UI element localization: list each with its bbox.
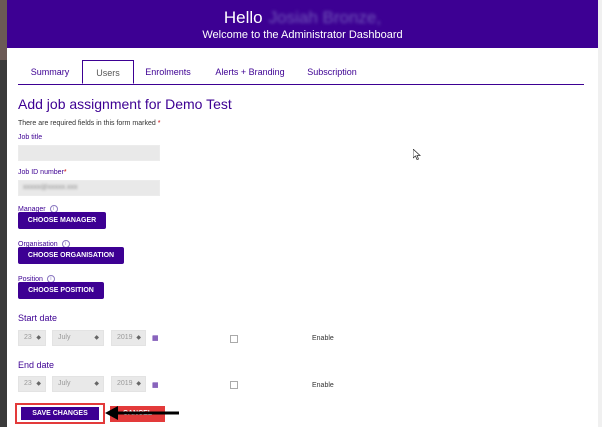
choose-position-button[interactable]: CHOOSE POSITION (18, 282, 104, 299)
caret-icon: ◆ (94, 381, 99, 387)
job-id-label: Job ID number* (18, 169, 67, 176)
start-day-value: 23 (24, 334, 32, 341)
end-year-select[interactable]: 2019 ◆ (111, 376, 146, 392)
job-id-input[interactable]: xxxxx@xxxxx.xxx (18, 180, 160, 196)
greeting-hello: Hello (223, 8, 263, 27)
tab-enrolments[interactable]: Enrolments (134, 60, 202, 84)
tab-users[interactable]: Users (82, 60, 134, 84)
required-star: * (157, 120, 161, 127)
welcome-text: Welcome to the Administrator Dashboard (202, 29, 403, 41)
scrollbar-track[interactable] (598, 0, 602, 427)
required-note: There are required fields in this form m… (18, 120, 160, 127)
tab-subscription[interactable]: Subscription (298, 60, 366, 84)
background-desktop-strip (0, 0, 7, 427)
dashboard-header: Hello Josiah Bronze, Welcome to the Admin… (7, 0, 598, 48)
end-month-select[interactable]: July ◆ (52, 376, 104, 392)
job-id-required-star: * (63, 169, 67, 176)
end-enable-checkbox[interactable] (230, 381, 238, 389)
choose-manager-button[interactable]: CHOOSE MANAGER (18, 212, 106, 229)
end-day-select[interactable]: 23 ◆ (18, 376, 46, 392)
caret-icon: ◆ (94, 335, 99, 341)
greeting: Hello Josiah Bronze, (7, 8, 598, 28)
job-id-value: xxxxx@xxxxx.xxx (23, 184, 78, 191)
caret-icon: ◆ (36, 335, 41, 341)
save-changes-button[interactable]: SAVE CHANGES (21, 407, 99, 420)
tab-alerts-branding[interactable]: Alerts + Branding (202, 60, 298, 84)
job-id-label-text: Job ID number (18, 169, 64, 176)
start-enable-checkbox[interactable] (230, 335, 238, 343)
job-title-input[interactable] (18, 145, 160, 161)
start-month-select[interactable]: July ◆ (52, 330, 104, 346)
caret-icon: ◆ (136, 381, 141, 387)
background-photo (0, 0, 7, 60)
start-year-value: 2019 (117, 334, 133, 341)
start-day-select[interactable]: 23 ◆ (18, 330, 46, 346)
start-enable-label: Enable (312, 335, 334, 342)
end-day-value: 23 (24, 380, 32, 387)
annotation-arrow-icon (105, 406, 179, 420)
tab-bar: Summary Users Enrolments Alerts + Brandi… (18, 60, 584, 85)
end-month-value: July (58, 380, 71, 387)
end-date-label: End date (18, 360, 55, 370)
calendar-icon[interactable]: ▦ (152, 381, 159, 389)
caret-icon: ◆ (36, 381, 41, 387)
page-title: Add job assignment for Demo Test (18, 96, 232, 112)
start-year-select[interactable]: 2019 ◆ (111, 330, 146, 346)
start-month-value: July (58, 334, 71, 341)
end-year-value: 2019 (117, 380, 133, 387)
choose-organisation-button[interactable]: CHOOSE ORGANISATION (18, 247, 124, 264)
mouse-cursor-icon (413, 149, 421, 160)
end-enable-label: Enable (312, 382, 334, 389)
calendar-icon[interactable]: ▦ (152, 334, 159, 342)
job-title-label: Job title (18, 134, 43, 141)
tab-summary[interactable]: Summary (18, 60, 82, 84)
required-note-text: There are required fields in this form m… (18, 120, 156, 127)
user-name: Josiah Bronze, (268, 8, 382, 27)
save-highlight-box: SAVE CHANGES (15, 403, 105, 424)
caret-icon: ◆ (136, 335, 141, 341)
start-date-label: Start date (18, 313, 58, 323)
